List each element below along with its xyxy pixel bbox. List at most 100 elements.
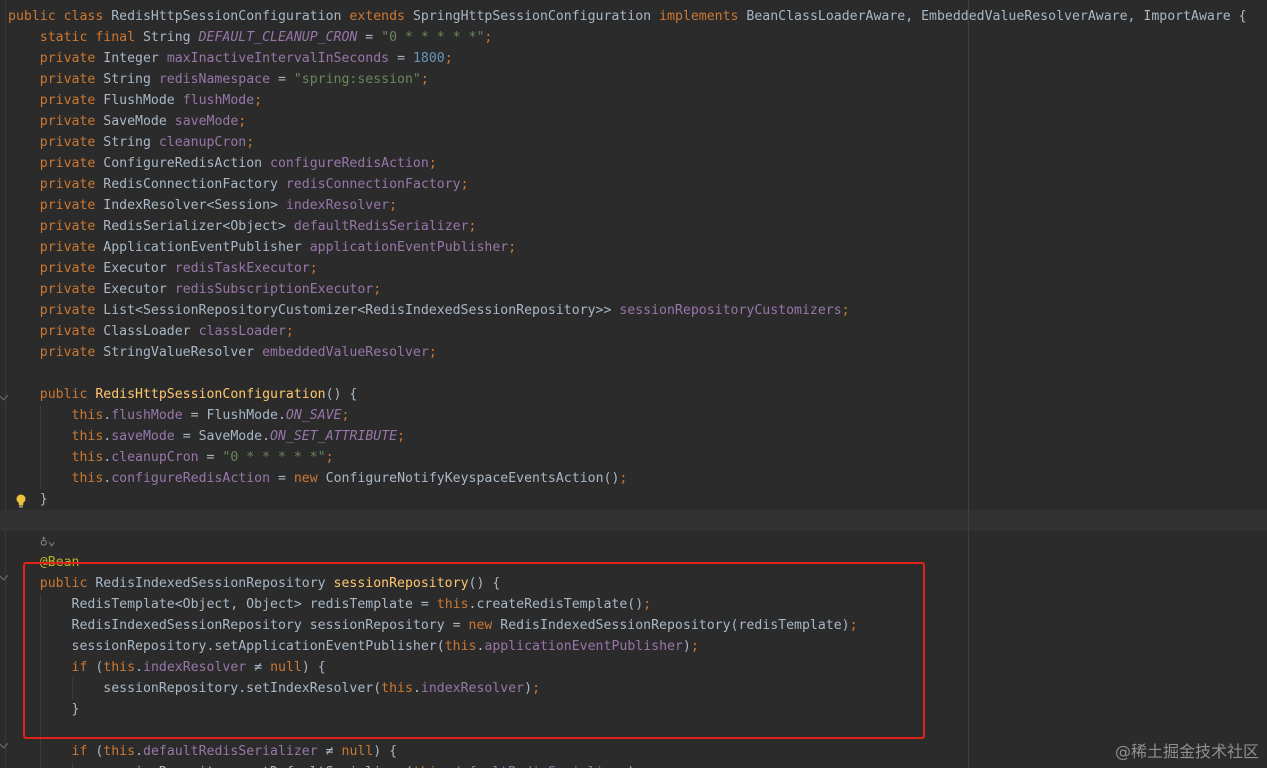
code-line[interactable]: this.flushMode = FlushMode.ON_SAVE;	[0, 405, 1247, 426]
code-line[interactable]	[0, 510, 1247, 531]
code-token: RedisHttpSessionConfiguration	[95, 387, 326, 402]
indent-guide	[40, 426, 41, 447]
indent-guide	[72, 762, 73, 768]
code-token: ;	[285, 324, 294, 339]
code-line[interactable]: private IndexResolver<Session> indexReso…	[0, 195, 1247, 216]
code-line[interactable]: private Executor redisTaskExecutor;	[0, 258, 1247, 279]
code-token: defaultRedisSerializer	[143, 744, 318, 759]
code-token: ON_SAVE	[285, 408, 342, 423]
code-token: ;	[508, 240, 517, 255]
code-token: configureRedisAction	[111, 471, 271, 486]
code-token: private	[8, 198, 104, 213]
code-line[interactable]: private ClassLoader classLoader;	[0, 321, 1247, 342]
code-token: classLoader	[198, 324, 286, 339]
code-token: ;	[389, 198, 398, 213]
watermark: @稀土掘金技术社区	[1114, 742, 1259, 761]
code-line[interactable]: private StringValueResolver embeddedValu…	[0, 342, 1247, 363]
code-line[interactable]: public RedisHttpSessionConfiguration() {	[0, 384, 1247, 405]
code-token: flushMode	[111, 408, 183, 423]
code-token: private	[8, 261, 104, 276]
code-token: private	[8, 135, 104, 150]
code-token: Integer	[103, 51, 167, 66]
code-token: "0 * * * * *"	[381, 30, 485, 45]
code-token: ;	[341, 408, 350, 423]
code-token: cleanupCron	[158, 135, 247, 150]
code-token: ;	[619, 471, 628, 486]
code-token: private	[8, 240, 104, 255]
code-token: =	[270, 471, 294, 486]
code-token: RedisConnectionFactory	[103, 177, 286, 192]
code-token: =	[357, 30, 382, 45]
code-token: private	[8, 345, 104, 360]
code-token: ;	[444, 51, 453, 66]
code-token: RedisSerializer<Object>	[103, 219, 294, 234]
code-line[interactable]: ♁⌄	[0, 531, 1247, 552]
highlight-annotation-box	[23, 562, 925, 739]
code-token: =	[270, 72, 294, 87]
code-token: saveMode	[174, 114, 239, 129]
code-token: public class	[8, 9, 112, 24]
code-token: ;	[309, 261, 318, 276]
code-line[interactable]: private String cleanupCron;	[0, 132, 1247, 153]
code-token: ;	[397, 429, 406, 444]
code-token: private	[8, 303, 104, 318]
code-line[interactable]: private FlushMode flushMode;	[0, 90, 1247, 111]
code-line[interactable]: if (this.defaultRedisSerializer ≠ null) …	[0, 741, 1247, 762]
code-token: "0 * * * * *"	[222, 450, 326, 465]
code-editor[interactable]: public class RedisHttpSessionConfigurati…	[0, 0, 1267, 768]
code-token: String	[103, 135, 159, 150]
code-token: ;	[246, 135, 255, 150]
code-token: () {	[325, 387, 358, 402]
code-line[interactable]: private List<SessionRepositoryCustomizer…	[0, 300, 1247, 321]
code-line[interactable]: private SaveMode saveMode;	[0, 111, 1247, 132]
code-line[interactable]: private Executor redisSubscriptionExecut…	[0, 279, 1247, 300]
code-line[interactable]: sessionRepository.setDefaultSerializer(t…	[0, 762, 1247, 768]
code-line[interactable]: static final String DEFAULT_CLEANUP_CRON…	[0, 27, 1247, 48]
code-token: 1800	[412, 51, 445, 66]
code-token: ;	[428, 156, 437, 171]
code-line[interactable]: this.configureRedisAction = new Configur…	[0, 468, 1247, 489]
code-token: ;	[428, 345, 437, 360]
code-token: this	[8, 408, 104, 423]
lightbulb-icon[interactable]	[15, 493, 27, 509]
code-token: ;	[254, 93, 263, 108]
code-line[interactable]: private Integer maxInactiveIntervalInSec…	[0, 48, 1247, 69]
code-token: flushMode	[182, 93, 255, 108]
code-line[interactable]: private String redisNamespace = "spring:…	[0, 69, 1247, 90]
code-line[interactable]: private ApplicationEventPublisher applic…	[0, 237, 1247, 258]
code-token: "spring:session"	[293, 72, 421, 87]
code-token: redisNamespace	[158, 72, 271, 87]
indent-guide	[40, 405, 41, 426]
code-line[interactable]: private RedisSerializer<Object> defaultR…	[0, 216, 1247, 237]
code-token: this	[8, 450, 104, 465]
code-token: String	[103, 72, 159, 87]
code-token: extends	[349, 9, 413, 24]
code-line[interactable]	[0, 363, 1247, 384]
indent-guide	[40, 447, 41, 468]
code-token: BeanClassLoaderAware, EmbeddedValueResol…	[746, 9, 1247, 24]
code-line[interactable]: this.saveMode = SaveMode.ON_SET_ATTRIBUT…	[0, 426, 1247, 447]
code-token: private	[8, 177, 104, 192]
code-line[interactable]: private RedisConnectionFactory redisConn…	[0, 174, 1247, 195]
code-token: private	[8, 324, 104, 339]
code-token: ;	[460, 177, 469, 192]
indent-guide	[40, 741, 41, 762]
code-token: FlushMode	[103, 93, 183, 108]
code-line[interactable]: }	[0, 489, 1247, 510]
code-line[interactable]: public class RedisHttpSessionConfigurati…	[0, 6, 1247, 27]
code-token: private	[8, 114, 104, 129]
code-token: redisTaskExecutor	[174, 261, 310, 276]
code-line[interactable]: private ConfigureRedisAction configureRe…	[0, 153, 1247, 174]
code-token: if	[8, 744, 96, 759]
code-token: configureRedisAction	[270, 156, 429, 171]
code-token: ;	[325, 450, 334, 465]
code-token: =	[198, 450, 223, 465]
code-token: private	[8, 72, 104, 87]
code-token: = FlushMode.	[182, 408, 286, 423]
code-token: = SaveMode.	[174, 429, 271, 444]
code-token: RedisHttpSessionConfiguration	[111, 9, 350, 24]
code-token: ConfigureRedisAction	[103, 156, 271, 171]
code-line[interactable]: this.cleanupCron = "0 * * * * *";	[0, 447, 1247, 468]
code-token: public	[8, 387, 96, 402]
code-token: SpringHttpSessionConfiguration	[412, 9, 660, 24]
